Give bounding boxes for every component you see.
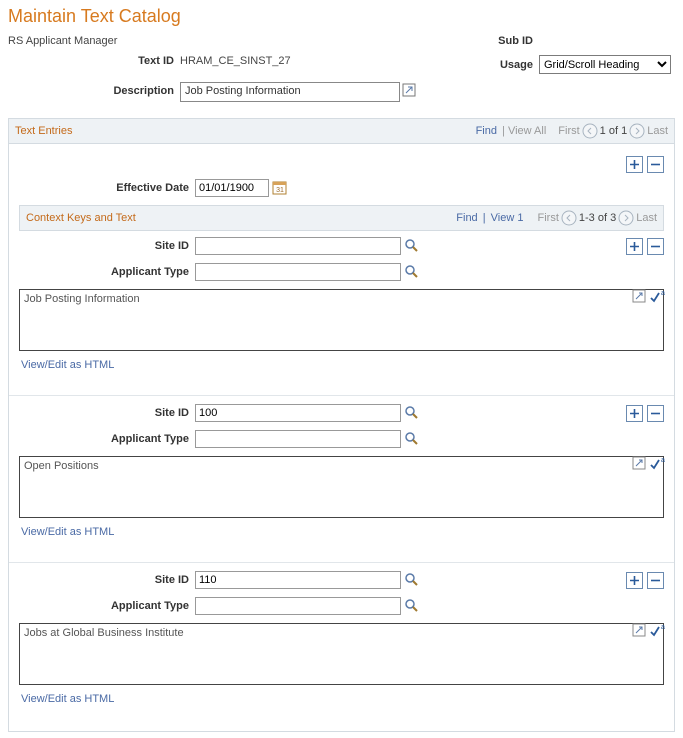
site-id-input[interactable] bbox=[195, 404, 401, 422]
long-text-value: Job Posting Information bbox=[24, 293, 140, 305]
svg-text:ab: ab bbox=[661, 624, 665, 631]
expand-description-icon[interactable] bbox=[402, 83, 416, 97]
text-entries-header: Text Entries Find | View All First 1 of … bbox=[8, 118, 675, 144]
applicant-type-label: Applicant Type bbox=[19, 600, 195, 612]
add-context-row-button[interactable] bbox=[626, 238, 643, 255]
site-id-input[interactable] bbox=[195, 571, 401, 589]
first-label: First bbox=[558, 125, 579, 137]
prev-icon[interactable] bbox=[582, 123, 598, 139]
usage-label: Usage bbox=[485, 59, 533, 71]
context-last-label: Last bbox=[636, 212, 657, 224]
text-id-value: HRAM_CE_SINST_27 bbox=[180, 55, 291, 67]
delete-context-row-button[interactable] bbox=[647, 572, 664, 589]
next-icon[interactable] bbox=[629, 123, 645, 139]
svg-text:ab: ab bbox=[661, 457, 665, 464]
lookup-icon[interactable] bbox=[404, 405, 420, 421]
applicant-type-input[interactable] bbox=[195, 263, 401, 281]
site-id-input[interactable] bbox=[195, 237, 401, 255]
view-all-disabled: View All bbox=[508, 125, 546, 137]
sub-id-label: Sub ID bbox=[485, 35, 533, 47]
view-edit-html-link[interactable]: View/Edit as HTML bbox=[21, 359, 114, 371]
page-indicator: 1 of 1 bbox=[600, 125, 628, 137]
delete-context-row-button[interactable] bbox=[647, 238, 664, 255]
expand-text-icon[interactable] bbox=[631, 622, 647, 638]
lookup-icon[interactable] bbox=[404, 598, 420, 614]
applicant-type-input[interactable] bbox=[195, 597, 401, 615]
spellcheck-icon[interactable]: ab bbox=[649, 622, 665, 638]
long-text-value: Jobs at Global Business Institute bbox=[24, 627, 184, 639]
effective-date-input[interactable] bbox=[195, 179, 269, 197]
long-text-box[interactable]: Job Posting Information ab bbox=[19, 289, 664, 351]
context-prev-icon[interactable] bbox=[561, 210, 577, 226]
context-header: Context Keys and Text Find | View 1 Firs… bbox=[19, 205, 664, 231]
lookup-icon[interactable] bbox=[404, 431, 420, 447]
applicant-manager-label: RS Applicant Manager bbox=[8, 35, 117, 47]
long-text-box[interactable]: Open Positions ab bbox=[19, 456, 664, 518]
calendar-icon[interactable]: 31 bbox=[272, 180, 288, 196]
context-title: Context Keys and Text bbox=[26, 212, 454, 224]
add-context-row-button[interactable] bbox=[626, 572, 643, 589]
row-separator bbox=[9, 562, 674, 563]
context-find-link[interactable]: Find bbox=[456, 212, 477, 224]
delete-context-row-button[interactable] bbox=[647, 405, 664, 422]
context-first-label: First bbox=[538, 212, 559, 224]
spellcheck-icon[interactable]: ab bbox=[649, 455, 665, 471]
svg-text:31: 31 bbox=[276, 187, 284, 194]
context-row: Site ID Applicant Type Job Posting I bbox=[19, 235, 664, 389]
applicant-type-label: Applicant Type bbox=[19, 433, 195, 445]
context-row: Site ID Applicant Type Jobs at Globa bbox=[19, 569, 664, 723]
description-label: Description bbox=[8, 82, 174, 97]
site-id-label: Site ID bbox=[19, 240, 195, 252]
row-separator bbox=[9, 395, 674, 396]
page-title: Maintain Text Catalog bbox=[8, 6, 675, 27]
view1-link[interactable]: View 1 bbox=[491, 212, 524, 224]
expand-text-icon[interactable] bbox=[631, 288, 647, 304]
site-id-label: Site ID bbox=[19, 574, 195, 586]
description-box: Job Posting Information bbox=[180, 82, 400, 102]
long-text-value: Open Positions bbox=[24, 460, 99, 472]
context-page-indicator: 1-3 of 3 bbox=[579, 212, 616, 224]
delete-row-button[interactable] bbox=[647, 156, 664, 173]
view-edit-html-link[interactable]: View/Edit as HTML bbox=[21, 693, 114, 705]
find-link[interactable]: Find bbox=[476, 125, 497, 137]
usage-select[interactable]: Grid/Scroll Heading bbox=[539, 55, 671, 74]
last-label: Last bbox=[647, 125, 668, 137]
applicant-type-input[interactable] bbox=[195, 430, 401, 448]
add-row-button[interactable] bbox=[626, 156, 643, 173]
svg-text:ab: ab bbox=[661, 290, 665, 297]
text-entries-title: Text Entries bbox=[15, 125, 474, 137]
spellcheck-icon[interactable]: ab bbox=[649, 288, 665, 304]
applicant-type-label: Applicant Type bbox=[19, 266, 195, 278]
expand-text-icon[interactable] bbox=[631, 455, 647, 471]
add-context-row-button[interactable] bbox=[626, 405, 643, 422]
lookup-icon[interactable] bbox=[404, 264, 420, 280]
long-text-box[interactable]: Jobs at Global Business Institute ab bbox=[19, 623, 664, 685]
site-id-label: Site ID bbox=[19, 407, 195, 419]
view-edit-html-link[interactable]: View/Edit as HTML bbox=[21, 526, 114, 538]
text-id-label: Text ID bbox=[8, 55, 174, 67]
lookup-icon[interactable] bbox=[404, 572, 420, 588]
context-row: Site ID Applicant Type Open Position bbox=[19, 402, 664, 556]
lookup-icon[interactable] bbox=[404, 238, 420, 254]
effective-date-label: Effective Date bbox=[19, 182, 195, 194]
context-next-icon[interactable] bbox=[618, 210, 634, 226]
